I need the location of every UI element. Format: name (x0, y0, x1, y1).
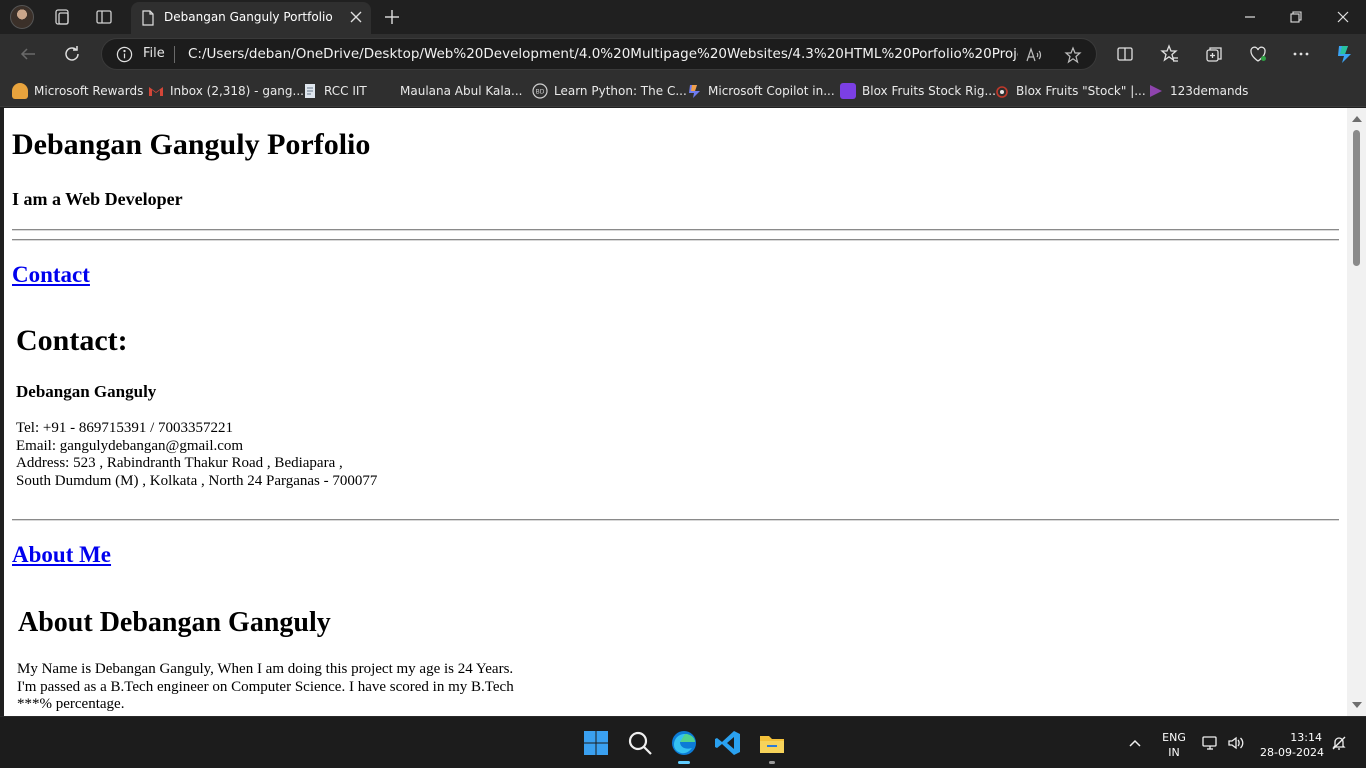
bookmark-blox-fruits-stock[interactable]: Blox Fruits "Stock" |... (994, 82, 1146, 100)
bookmark-microsoft-copilot[interactable]: Microsoft Copilot in... (686, 82, 835, 100)
about-line: I'm passed as a B.Tech engineer on Compu… (17, 678, 514, 695)
region-label: IN (1168, 746, 1180, 759)
purple-icon (840, 83, 856, 99)
more-options-icon[interactable] (1291, 44, 1311, 64)
blank-icon (378, 83, 394, 99)
language-indicator[interactable]: ENG IN (1158, 730, 1190, 760)
read-aloud-icon[interactable] (1025, 46, 1043, 64)
bookmark-learn-python[interactable]: BD Learn Python: The C... (532, 82, 687, 100)
workspaces-icon[interactable] (52, 7, 72, 27)
favorite-star-icon[interactable] (1064, 46, 1082, 64)
document-icon (305, 84, 315, 98)
contact-tel: Tel: +91 - 869715391 / 7003357221 (16, 420, 233, 436)
rewards-icon (12, 83, 28, 99)
windows-start-icon[interactable] (582, 729, 610, 757)
favorites-icon[interactable] (1160, 44, 1180, 64)
time-label: 13:14 (1290, 731, 1322, 744)
contact-address-line2: South Dumdum (M) , Kolkata , North 24 Pa… (16, 472, 378, 489)
contact-email: Email: gangulydebangan@gmail.com (16, 437, 244, 454)
play-icon (1150, 85, 1162, 97)
address-separator (174, 46, 175, 63)
tab-active[interactable]: Debangan Ganguly Portfolio (131, 2, 371, 34)
edge-browser-icon[interactable] (670, 729, 698, 757)
scheme-label: File (143, 46, 165, 61)
about-line: My Name is Debangan Ganguly, When I am d… (17, 661, 514, 677)
vertical-tabs-icon[interactable] (94, 7, 114, 27)
title-bar: Debangan Ganguly Portfolio (0, 0, 1366, 34)
new-tab-icon[interactable] (382, 7, 402, 27)
active-app-indicator (678, 761, 690, 764)
clock[interactable]: 13:14 28-09-2024 (1258, 730, 1326, 760)
bd-icon: BD (532, 83, 548, 99)
file-explorer-icon[interactable] (758, 729, 786, 757)
split-screen-icon[interactable] (1115, 44, 1135, 64)
page-subtitle: I am a Web Developer (12, 189, 183, 209)
page-scrollbar[interactable] (1347, 108, 1366, 716)
restore-icon[interactable] (1286, 7, 1306, 27)
divider (12, 519, 1339, 521)
contact-link[interactable]: Contact (12, 262, 90, 288)
bookmark-maulana-abul-kalam[interactable]: Maulana Abul Kala... (378, 82, 523, 100)
language-label: ENG (1162, 731, 1186, 744)
bookmark-blox-fruits-stock-rig[interactable]: Blox Fruits Stock Rig... (840, 82, 996, 100)
about-me-link[interactable]: About Me (12, 542, 111, 568)
about-line: ***% percentage. (17, 696, 125, 712)
bookmark-label: Microsoft Copilot in... (708, 84, 835, 98)
about-heading: About Debangan Ganguly (18, 607, 331, 638)
vscode-icon[interactable] (714, 729, 742, 757)
contact-heading: Contact: (16, 324, 128, 357)
contact-name: Debangan Ganguly (16, 382, 157, 401)
fruit-icon (996, 86, 1008, 98)
bookmark-label: Blox Fruits "Stock" |... (1016, 84, 1146, 98)
close-window-icon[interactable] (1333, 7, 1353, 27)
bookmark-label: RCC IIT (324, 84, 367, 98)
bookmark-label: Blox Fruits Stock Rig... (862, 84, 996, 98)
url-text[interactable]: C:/Users/deban/OneDrive/Desktop/Web%20De… (188, 46, 1018, 62)
divider (12, 239, 1339, 241)
bookmarks-bar: Microsoft Rewards Inbox (2,318) - gang..… (0, 74, 1366, 107)
minimize-icon[interactable] (1240, 7, 1260, 27)
scroll-up-arrow-icon[interactable] (1352, 116, 1362, 122)
bookmark-label: Learn Python: The C... (554, 84, 687, 98)
close-tab-icon[interactable] (349, 10, 363, 24)
refresh-icon[interactable] (62, 44, 82, 64)
bookmark-rcc-iit[interactable]: RCC IIT (302, 82, 367, 100)
back-arrow-icon[interactable] (18, 44, 38, 64)
scrollbar-thumb[interactable] (1353, 130, 1360, 266)
navigation-bar: File C:/Users/deban/OneDrive/Desktop/Web… (0, 34, 1366, 74)
bookmark-label: Microsoft Rewards (34, 84, 144, 98)
profile-avatar[interactable] (10, 5, 34, 29)
info-icon[interactable] (116, 46, 133, 63)
bookmark-123demands[interactable]: 123demands (1148, 82, 1248, 100)
running-app-indicator (769, 761, 775, 764)
contact-address-line1: Address: 523 , Rabindranth Thakur Road ,… (16, 455, 343, 471)
divider (12, 229, 1339, 231)
about-text: My Name is Debangan Ganguly, When I am d… (17, 661, 514, 714)
collections-icon[interactable] (1204, 44, 1224, 64)
bookmark-inbox[interactable]: Inbox (2,318) - gang... (148, 82, 304, 100)
page-viewport: Debangan Ganguly Porfolio I am a Web Dev… (4, 108, 1347, 716)
date-label: 28-09-2024 (1260, 746, 1324, 759)
svg-text:BD: BD (536, 89, 545, 96)
network-icon[interactable] (1201, 735, 1219, 751)
browser-essentials-icon[interactable] (1248, 44, 1268, 64)
tab-title: Debangan Ganguly Portfolio (164, 10, 333, 24)
bookmark-label: Inbox (2,318) - gang... (170, 84, 304, 98)
contact-details: Tel: +91 - 869715391 / 7003357221 Email:… (16, 420, 377, 490)
address-bar[interactable]: File C:/Users/deban/OneDrive/Desktop/Web… (101, 38, 1097, 70)
volume-icon[interactable] (1227, 735, 1245, 751)
bookmark-label: Maulana Abul Kala... (400, 84, 523, 98)
scroll-down-arrow-icon[interactable] (1352, 702, 1362, 708)
notification-icon[interactable] (1332, 736, 1346, 750)
search-icon[interactable] (626, 729, 654, 757)
page-icon (142, 10, 154, 26)
copilot-icon (689, 85, 700, 98)
chevron-up-icon[interactable] (1128, 737, 1142, 749)
gmail-icon (149, 87, 163, 96)
copilot-icon[interactable] (1333, 43, 1355, 65)
bookmark-label: 123demands (1170, 84, 1249, 98)
page-title: Debangan Ganguly Porfolio (12, 128, 371, 161)
windows-taskbar: ENG IN 13:14 28-09-2024 (0, 716, 1366, 768)
bookmark-microsoft-rewards[interactable]: Microsoft Rewards (12, 82, 143, 100)
